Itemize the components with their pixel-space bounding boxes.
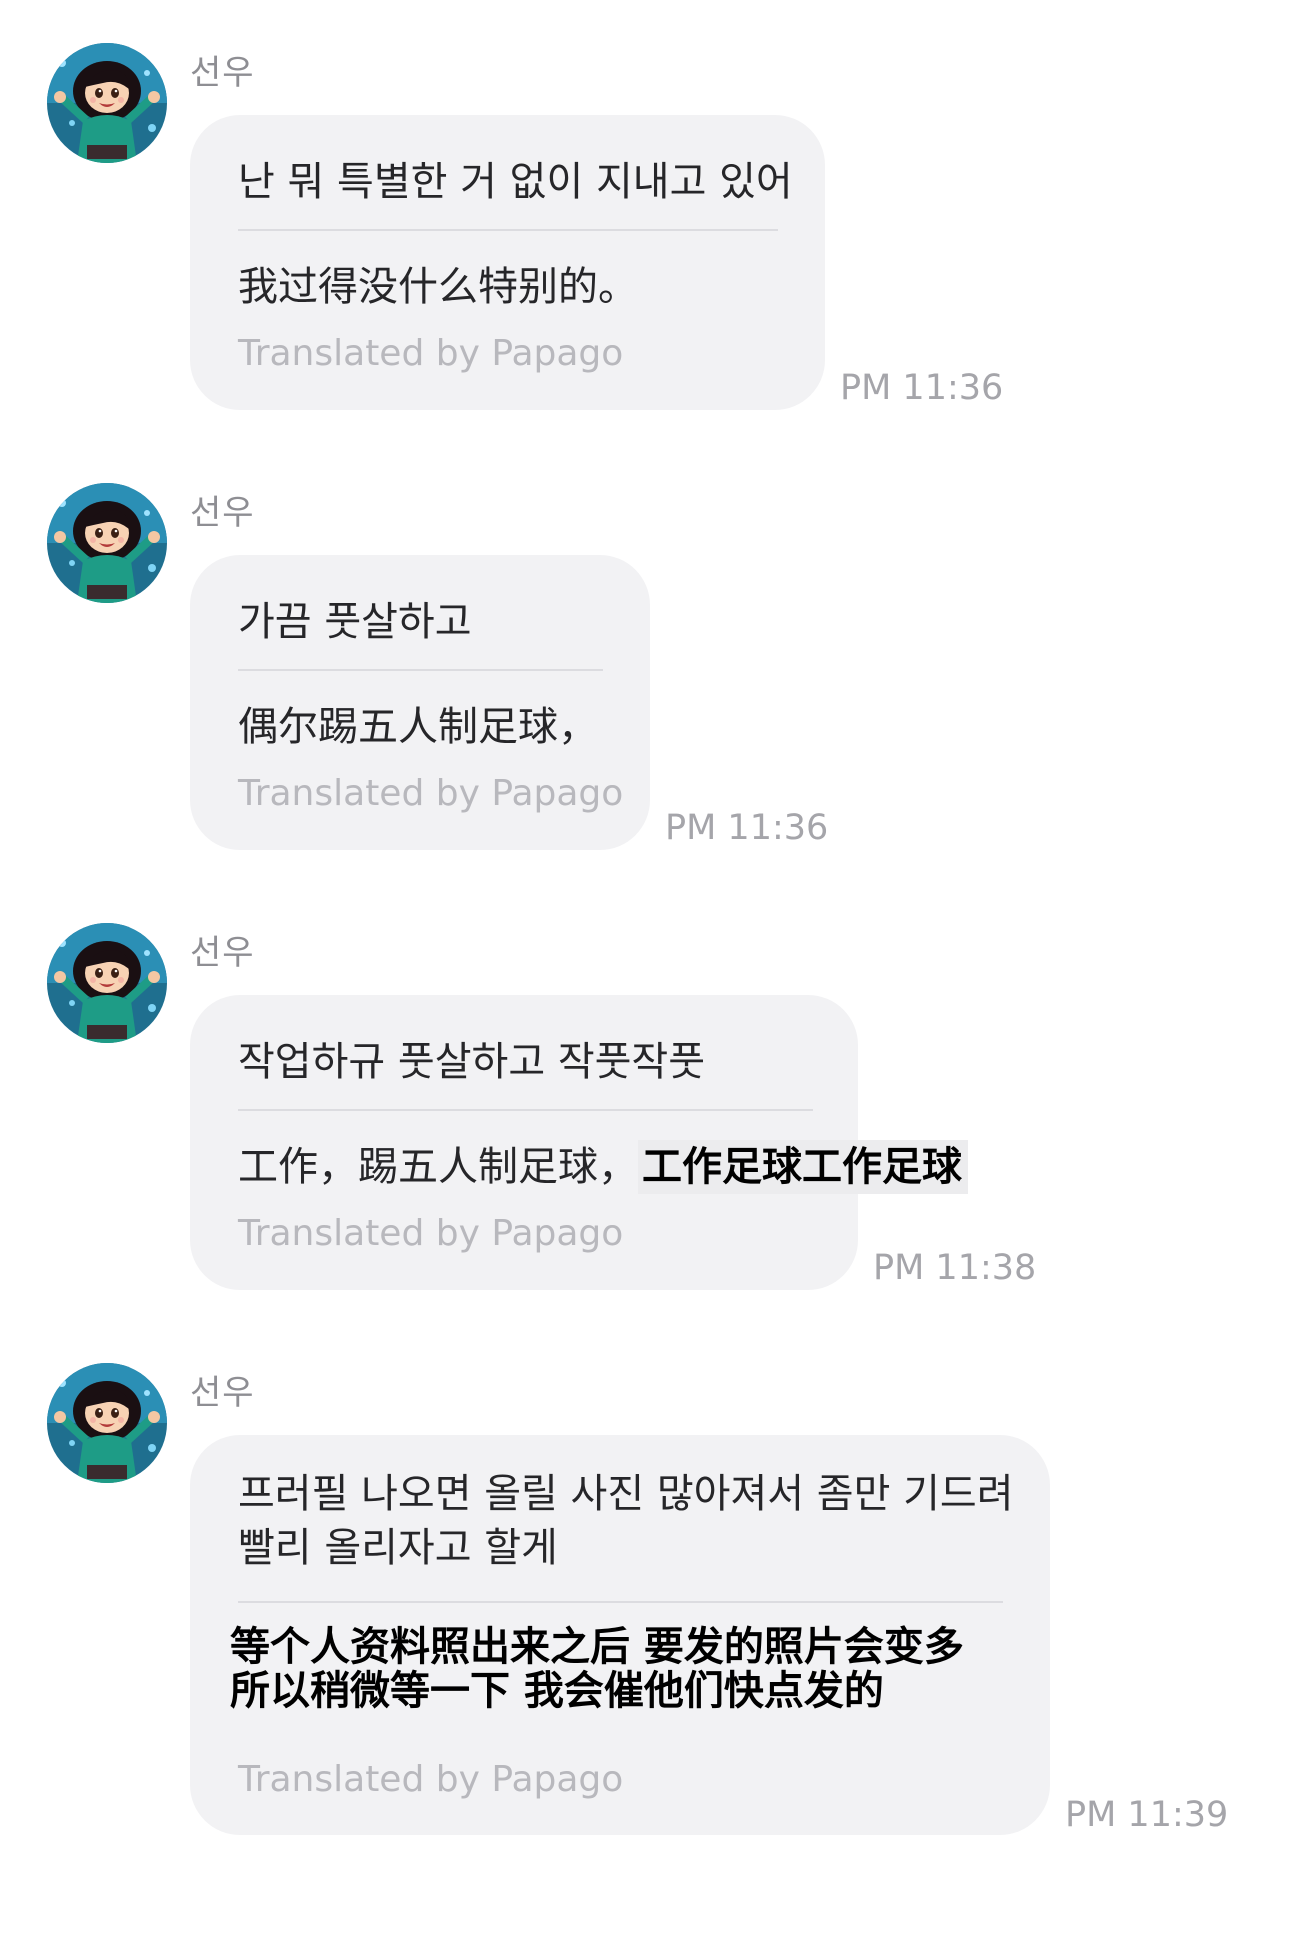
translation-divider <box>238 1601 1003 1603</box>
translation-credit: Translated by Papago <box>238 1759 624 1800</box>
translated-text-part: 工作，踢五人制足球， <box>238 1144 638 1190</box>
translated-text: 工作，踢五人制足球， 工作足球工作足球 <box>238 1140 968 1194</box>
sender-name[interactable]: 선우 <box>190 1365 255 1414</box>
translation-credit: Translated by Papago <box>238 773 624 814</box>
translation-credit: Translated by Papago <box>238 333 624 374</box>
translated-text: 我过得没什么特别的。 <box>238 264 638 310</box>
original-text-line: 프러필 나오면 올릴 사진 많아져서 좀만 기드려 <box>238 1471 1014 1517</box>
translated-text-line: 所以稍微等一下 我会催他们快点发的 <box>230 1668 884 1714</box>
message-timestamp: PM 11:38 <box>873 1248 1037 1288</box>
translation-divider <box>238 229 778 231</box>
sender-name[interactable]: 선우 <box>190 485 255 534</box>
message-timestamp: PM 11:36 <box>840 368 1004 408</box>
message-bubble[interactable]: 작업하규 풋살하고 작풋작풋 工作，踢五人制足球， 工作足球工作足球 Transl… <box>190 995 968 1290</box>
original-text: 난 뭐 특별한 거 없이 지내고 있어 <box>238 159 793 205</box>
translated-text: 偶尔踢五人制足球， <box>238 704 598 750</box>
message-timestamp: PM 11:39 <box>1065 1795 1229 1835</box>
highlighted-translation: 工作足球工作足球 <box>638 1140 968 1194</box>
message-bubble[interactable]: 가끔 풋살하고 偶尔踢五人制足球， Translated by Papago <box>190 555 650 850</box>
avatar[interactable] <box>47 43 167 163</box>
translation-credit: Translated by Papago <box>238 1213 624 1254</box>
translated-text-line: 等个人资料照出来之后 要发的照片会变多 <box>230 1624 964 1670</box>
message-timestamp: PM 11:36 <box>665 808 829 848</box>
message-bubble[interactable]: 난 뭐 특별한 거 없이 지내고 있어 我过得没什么特别的。 Translate… <box>190 115 825 410</box>
translation-divider <box>238 669 603 671</box>
original-text: 가끔 풋살하고 <box>238 599 472 645</box>
avatar[interactable] <box>47 1363 167 1483</box>
original-text-line: 빨리 올리자고 할게 <box>238 1525 558 1571</box>
message-bubble[interactable]: 프러필 나오면 올릴 사진 많아져서 좀만 기드려 빨리 올리자고 할게 等个人… <box>190 1435 1050 1835</box>
sender-name[interactable]: 선우 <box>190 45 255 94</box>
profile-avatar-icon <box>47 1363 167 1483</box>
translation-divider <box>238 1109 813 1111</box>
profile-avatar-icon <box>47 923 167 1043</box>
sender-name[interactable]: 선우 <box>190 925 255 974</box>
avatar[interactable] <box>47 923 167 1043</box>
original-text: 작업하규 풋살하고 작풋작풋 <box>238 1039 706 1085</box>
profile-avatar-icon <box>47 43 167 163</box>
profile-avatar-icon <box>47 483 167 603</box>
avatar[interactable] <box>47 483 167 603</box>
